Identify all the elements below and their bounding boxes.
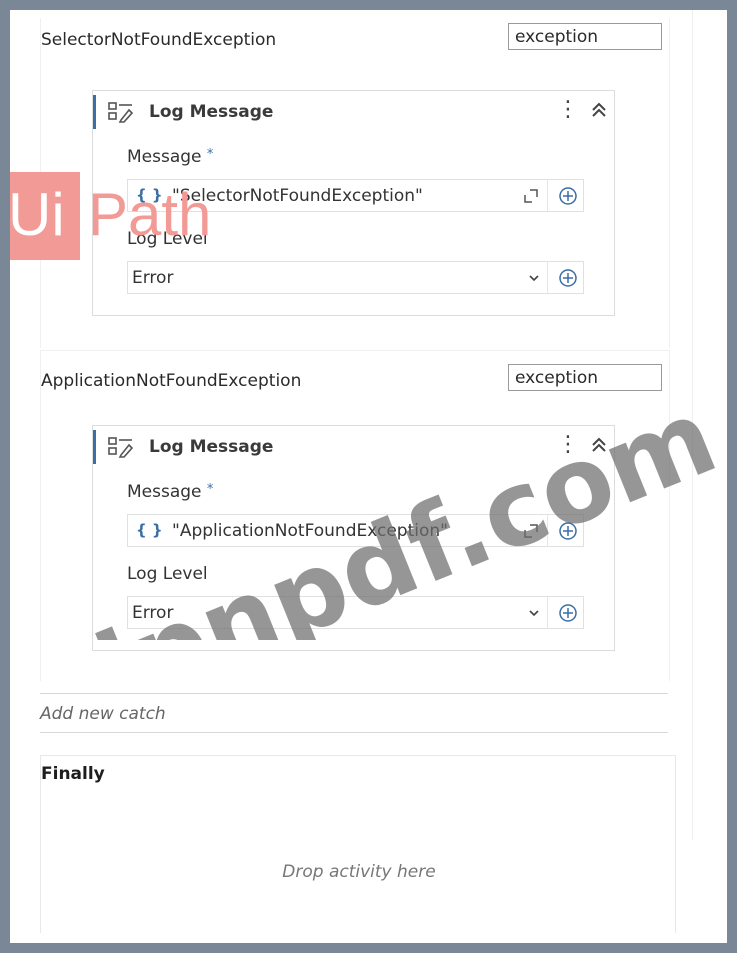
activity-accent-bar	[93, 430, 96, 464]
chevron-down-icon[interactable]	[528, 272, 540, 284]
exception-type-label: SelectorNotFoundException	[41, 30, 277, 50]
exception-variable-input[interactable]: exception	[508, 23, 662, 50]
more-vertical-icon[interactable]: ⋮	[557, 97, 579, 123]
logo-ui-text: Ui	[10, 181, 65, 248]
log-level-select[interactable]: Error	[127, 261, 584, 294]
required-mark: *	[206, 147, 214, 162]
message-label-text: Message	[127, 147, 202, 167]
plus-circle-icon[interactable]	[558, 186, 578, 206]
field-divider	[547, 262, 548, 293]
finally-title: Finally	[41, 764, 105, 784]
panel-border	[692, 10, 693, 840]
braces-icon[interactable]: { }	[136, 521, 163, 539]
field-divider	[547, 597, 548, 628]
log-message-activity[interactable]: Log Message ⋮ Message * { } "Application…	[92, 425, 615, 651]
drop-activity-zone[interactable]: Drop activity here	[41, 862, 677, 882]
finally-section: Finally Drop activity here	[40, 755, 676, 933]
expand-icon[interactable]	[524, 189, 538, 203]
log-level-select[interactable]: Error	[127, 596, 584, 629]
activity-title: Log Message	[149, 102, 274, 122]
catch-header[interactable]: SelectorNotFoundException exception	[41, 18, 669, 58]
add-catch-divider	[40, 732, 668, 733]
message-label-text: Message	[127, 482, 202, 502]
logo-box: Ui	[10, 172, 80, 260]
message-label: Message *	[127, 147, 213, 167]
exception-type-label: ApplicationNotFoundException	[41, 371, 302, 391]
expand-icon[interactable]	[524, 524, 538, 538]
plus-circle-icon[interactable]	[558, 521, 578, 541]
log-message-icon	[108, 102, 134, 123]
message-value[interactable]: "ApplicationNotFoundException"	[172, 521, 448, 541]
activity-accent-bar	[93, 95, 96, 129]
page: SelectorNotFoundException exception Log …	[10, 10, 727, 943]
log-level-value[interactable]: Error	[132, 268, 173, 288]
field-divider	[547, 180, 548, 211]
message-label: Message *	[127, 482, 213, 502]
catch-block-application: ApplicationNotFoundException exception L…	[40, 350, 670, 681]
message-field[interactable]: { } "ApplicationNotFoundException"	[127, 514, 584, 547]
more-vertical-icon[interactable]: ⋮	[557, 432, 579, 458]
uipath-logo: Ui Path	[10, 172, 246, 260]
log-level-label: Log Level	[127, 564, 208, 584]
activity-title: Log Message	[149, 437, 274, 457]
chevron-down-icon[interactable]	[528, 607, 540, 619]
plus-circle-icon[interactable]	[558, 603, 578, 623]
exception-variable-input[interactable]: exception	[508, 364, 662, 391]
catch-header[interactable]: ApplicationNotFoundException exception	[41, 359, 669, 399]
logo-path-text: Path	[88, 181, 212, 248]
double-chevron-up-icon[interactable]	[590, 101, 608, 119]
add-new-catch-link[interactable]: Add new catch	[40, 704, 166, 724]
field-divider	[547, 515, 548, 546]
log-level-value[interactable]: Error	[132, 603, 173, 623]
add-catch-divider	[40, 693, 668, 694]
log-message-icon	[108, 437, 134, 458]
plus-circle-icon[interactable]	[558, 268, 578, 288]
double-chevron-up-icon[interactable]	[590, 436, 608, 454]
required-mark: *	[206, 482, 214, 497]
